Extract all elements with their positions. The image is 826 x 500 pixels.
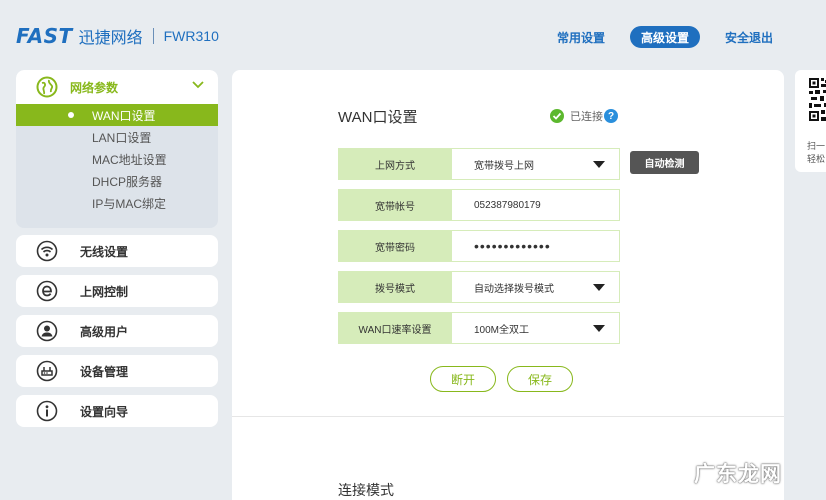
auto-detect-button[interactable]: 自动检测	[630, 151, 699, 174]
sidebar-item-label: 高级用户	[80, 324, 129, 339]
status-text: 已连接	[570, 111, 603, 123]
logo-brand-cn: 迅捷网络	[78, 30, 143, 47]
sidebar-item-label: 设备管理	[80, 364, 129, 379]
password-input[interactable]: •••••••••••••	[452, 230, 620, 262]
sidebar-subitem-ip-mac-bind[interactable]: IP与MAC绑定	[16, 192, 218, 214]
sidebar-subitem-label: LAN口设置	[92, 130, 152, 145]
select-value: 宽带拨号上网	[474, 160, 534, 172]
chevron-down-icon[interactable]	[192, 80, 204, 90]
section-title-connection-mode: 连接模式	[338, 482, 394, 498]
help-icon[interactable]: ?	[604, 109, 618, 123]
save-button[interactable]: 保存	[507, 366, 573, 392]
info-icon	[36, 400, 58, 422]
check-circle-icon	[550, 109, 564, 123]
qr-caption: 扫一 轻松	[807, 140, 826, 166]
active-dot-icon	[68, 112, 74, 118]
router-icon	[36, 360, 58, 382]
field-wan-speed: WAN口速率设置 100M全双工	[338, 312, 620, 344]
field-account: 宽带帐号 052387980179	[338, 189, 620, 221]
qr-caption-line: 扫一	[807, 141, 826, 151]
sidebar-subitem-lan[interactable]: LAN口设置	[16, 126, 218, 148]
header: FAST 迅捷网络 FWR310 常用设置 高级设置 安全退出	[0, 0, 826, 70]
sidebar-item-network-params[interactable]: 网络参数	[16, 70, 218, 104]
sidebar-item-advanced-users[interactable]: 高级用户	[16, 315, 218, 347]
caret-down-icon	[593, 325, 605, 332]
sidebar-subitem-label: IP与MAC绑定	[92, 196, 167, 211]
field-label: WAN口速率设置	[338, 312, 452, 344]
main-panel: WAN口设置 已连接 ? 上网方式 宽带拨号上网 自动检测 宽带帐号 05238…	[232, 70, 784, 500]
logo: FAST 迅捷网络 FWR310	[16, 24, 219, 48]
field-label: 宽带帐号	[338, 189, 452, 221]
sidebar-item-wireless[interactable]: 无线设置	[16, 235, 218, 267]
sidebar-subitem-dhcp[interactable]: DHCP服务器	[16, 170, 218, 192]
field-label: 宽带密码	[338, 230, 452, 262]
sidebar-subitem-label: DHCP服务器	[92, 174, 163, 189]
nav-common-settings[interactable]: 常用设置	[548, 26, 614, 48]
router-model: FWR310	[163, 28, 219, 44]
internet-e-icon	[36, 280, 58, 302]
sidebar-subitem-mac[interactable]: MAC地址设置	[16, 148, 218, 170]
field-password: 宽带密码 •••••••••••••	[338, 230, 620, 262]
watermark: 广东龙网	[694, 463, 782, 486]
caret-down-icon	[593, 161, 605, 168]
wifi-icon	[36, 240, 58, 262]
qr-code-icon	[809, 78, 826, 121]
sidebar-group-network: 网络参数 WAN口设置 LAN口设置 MAC地址设置 DHCP服务器 IP与MA…	[16, 70, 218, 228]
connection-type-select[interactable]: 宽带拨号上网	[452, 148, 620, 180]
select-value: 100M全双工	[474, 324, 530, 336]
sidebar-item-label: 设置向导	[80, 404, 129, 419]
account-input[interactable]: 052387980179	[452, 189, 620, 221]
sidebar-subitem-label: MAC地址设置	[92, 152, 167, 167]
logo-brand: FAST	[16, 24, 73, 48]
field-label: 拨号模式	[338, 271, 452, 303]
sidebar-item-device-management[interactable]: 设备管理	[16, 355, 218, 387]
dial-mode-select[interactable]: 自动选择拨号模式	[452, 271, 620, 303]
sidebar-subitem-label: WAN口设置	[92, 108, 156, 123]
qr-caption-line: 轻松	[807, 154, 826, 164]
logo-divider	[152, 28, 154, 44]
wan-speed-select[interactable]: 100M全双工	[452, 312, 620, 344]
nav-logout[interactable]: 安全退出	[716, 26, 782, 48]
disconnect-button[interactable]: 断开	[430, 366, 496, 392]
section-divider	[232, 416, 784, 417]
caret-down-icon	[593, 284, 605, 291]
field-label: 上网方式	[338, 148, 452, 180]
page-title: WAN口设置	[338, 109, 418, 126]
user-icon	[36, 320, 58, 342]
nav-advanced-settings[interactable]: 高级设置	[630, 26, 700, 48]
field-dial-mode: 拨号模式 自动选择拨号模式	[338, 271, 620, 303]
sidebar-item-setup-wizard[interactable]: 设置向导	[16, 395, 218, 427]
sidebar-item-internet-control[interactable]: 上网控制	[16, 275, 218, 307]
sidebar-item-label: 无线设置	[80, 244, 129, 259]
sidebar-subitem-wan[interactable]: WAN口设置	[16, 104, 218, 126]
connection-status: 已连接	[550, 108, 603, 124]
qr-card: 扫一 轻松	[795, 70, 826, 172]
sidebar-item-label: 上网控制	[80, 284, 129, 299]
field-connection-type: 上网方式 宽带拨号上网	[338, 148, 620, 180]
sidebar-group-label: 网络参数	[70, 80, 119, 95]
select-value: 自动选择拨号模式	[474, 283, 554, 295]
globe-icon	[36, 76, 58, 98]
